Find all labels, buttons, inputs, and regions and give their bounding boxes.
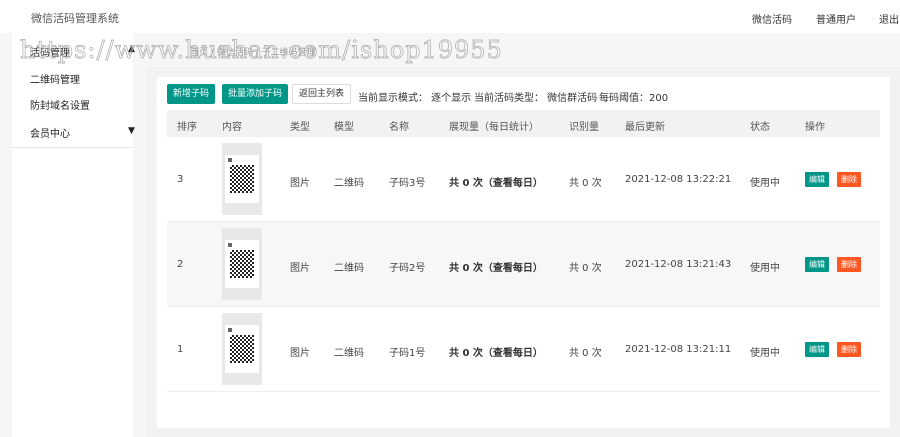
th-scans: 识别量 (569, 122, 599, 133)
sidebar: 活码管理 ▲ 二维码管理 防封域名设置 会员中心 ▼ (12, 33, 135, 437)
breadcrumb-bar: 首页 / 微信活码 / 子二维码管理 (0, 33, 900, 67)
code-type: 当前活码类型： 微信群活码 (474, 93, 598, 104)
nav-wechat-code[interactable]: 微信活码 (752, 11, 792, 26)
th-type: 类型 (290, 122, 310, 133)
threshold: 每码阈值：200 (599, 93, 669, 104)
cell-type: 图片 (290, 348, 310, 359)
display-mode: 当前显示模式： 逐个显示 (358, 93, 472, 104)
cell-updated: 2021-12-08 13:22:21 (625, 174, 732, 185)
delete-button[interactable]: 删除 (837, 172, 861, 187)
th-name: 名称 (389, 122, 409, 133)
th-updated: 最后更新 (625, 122, 665, 133)
edit-button[interactable]: 编辑 (805, 172, 829, 187)
content-card: 新增子码 批量添加子码 返回主列表 当前显示模式： 逐个显示 当前活码类型： 微… (157, 77, 890, 428)
th-actions: 操作 (805, 122, 825, 133)
cell-views-link[interactable]: 共 0 次（查看每日） (449, 344, 543, 359)
table-row: 3 图片 二维码 子码3号 共 0 次（查看每日） 共 0 次 2021-12-… (167, 137, 880, 222)
cell-scans: 共 0 次 (569, 348, 602, 359)
cell-order: 1 (177, 344, 184, 355)
table-row: 2 图片 二维码 子码2号 共 0 次（查看每日） 共 0 次 2021-12-… (167, 222, 880, 307)
th-order: 排序 (177, 122, 197, 133)
cell-name: 子码3号 (389, 178, 426, 189)
cell-views-link[interactable]: 共 0 次（查看每日） (449, 174, 543, 189)
nav-normal-user[interactable]: 普通用户 (816, 11, 856, 26)
sidebar-item-domain[interactable]: 防封域名设置 (30, 97, 90, 112)
cell-type: 图片 (290, 263, 310, 274)
cell-updated: 2021-12-08 13:21:43 (625, 259, 732, 270)
logo-icon (228, 243, 232, 247)
cell-status: 使用中 (750, 178, 780, 189)
cell-status: 使用中 (750, 263, 780, 274)
cell-name: 子码1号 (389, 348, 426, 359)
qr-code-icon (230, 165, 254, 193)
cell-scans: 共 0 次 (569, 263, 602, 274)
caret-down-icon: ▼ (128, 126, 135, 136)
nav-logout[interactable]: 退出 (879, 11, 899, 26)
th-model: 模型 (334, 122, 354, 133)
cell-status: 使用中 (750, 348, 780, 359)
cell-model: 二维码 (334, 348, 364, 359)
back-button[interactable]: 返回主列表 (292, 84, 352, 104)
sidebar-item-member[interactable]: 会员中心 (30, 125, 70, 140)
cell-model: 二维码 (334, 263, 364, 274)
cell-updated: 2021-12-08 13:21:11 (625, 344, 732, 355)
qr-code-icon (230, 250, 254, 278)
top-header: 微信活码管理系统 微信活码 普通用户 退出 (0, 0, 900, 33)
sidebar-item-qr-manage[interactable]: 二维码管理 (30, 71, 80, 86)
table-header: 排序 内容 类型 模型 名称 展现量（每日统计） 识别量 最后更新 状态 操作 (167, 110, 880, 137)
cell-views-link[interactable]: 共 0 次（查看每日） (449, 259, 543, 274)
qr-thumbnail[interactable] (222, 313, 262, 385)
th-views: 展现量（每日统计） (449, 122, 539, 133)
edit-button[interactable]: 编辑 (805, 342, 829, 357)
cell-order: 2 (177, 259, 184, 270)
cell-scans: 共 0 次 (569, 178, 602, 189)
cell-type: 图片 (290, 178, 310, 189)
qr-thumbnail[interactable] (222, 143, 262, 215)
th-status: 状态 (750, 122, 770, 133)
app-title: 微信活码管理系统 (31, 12, 119, 25)
sidebar-item-code-manage[interactable]: 活码管理 (30, 44, 70, 59)
cell-model: 二维码 (334, 178, 364, 189)
qr-thumbnail[interactable] (222, 228, 262, 300)
breadcrumb[interactable]: 首页 / 微信活码 / 子二维码管理 (190, 45, 316, 58)
divider (12, 147, 133, 148)
th-content: 内容 (222, 122, 242, 133)
delete-button[interactable]: 删除 (837, 257, 861, 272)
edit-button[interactable]: 编辑 (805, 257, 829, 272)
cell-name: 子码2号 (389, 263, 426, 274)
cell-order: 3 (177, 174, 184, 185)
logo-icon (228, 158, 232, 162)
delete-button[interactable]: 删除 (837, 342, 861, 357)
batch-add-button[interactable]: 批量添加子码 (222, 84, 289, 104)
logo-icon (228, 328, 232, 332)
qr-code-icon (230, 335, 254, 363)
caret-up-icon: ▲ (128, 44, 135, 54)
table-row: 1 图片 二维码 子码1号 共 0 次（查看每日） 共 0 次 2021-12-… (167, 307, 880, 392)
add-subcode-button[interactable]: 新增子码 (167, 84, 216, 104)
